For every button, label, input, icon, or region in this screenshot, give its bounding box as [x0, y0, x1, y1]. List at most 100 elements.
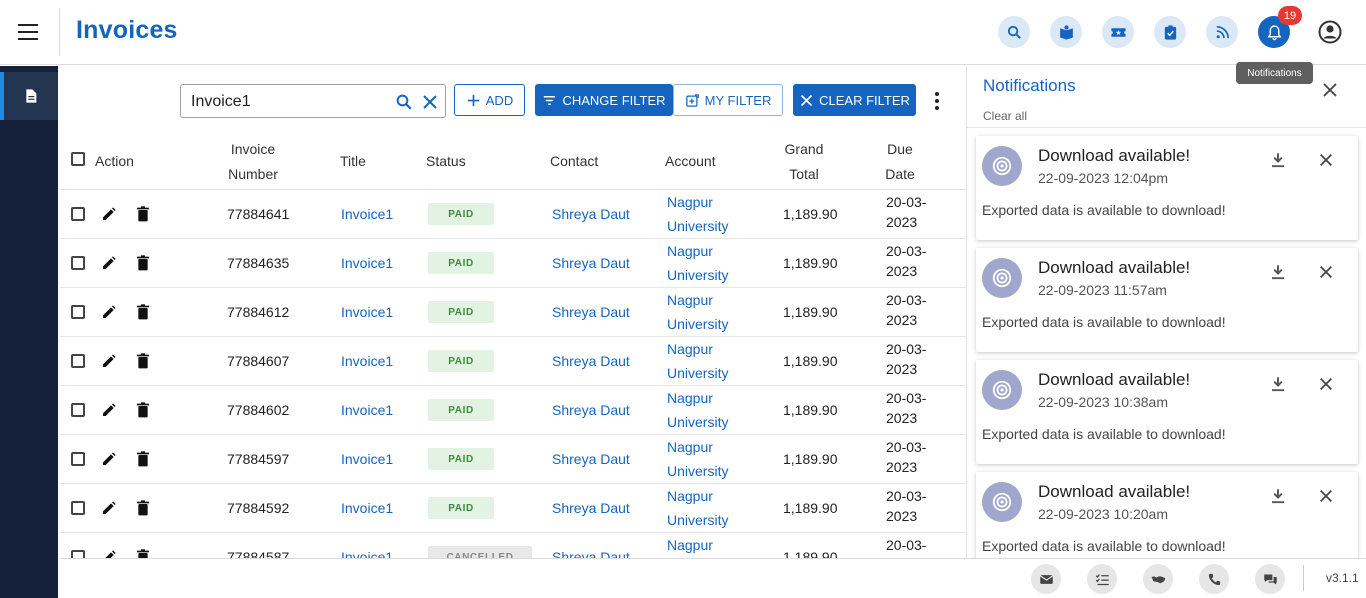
invoice-title-link[interactable]: Invoice1: [341, 255, 393, 271]
download-icon[interactable]: [1269, 262, 1287, 282]
edit-icon[interactable]: [101, 402, 117, 418]
delete-icon[interactable]: [136, 353, 150, 369]
col-contact[interactable]: Contact: [550, 149, 598, 174]
edit-icon[interactable]: [101, 304, 117, 320]
invoice-title-link[interactable]: Invoice1: [341, 500, 393, 516]
search-icon[interactable]: [395, 93, 413, 111]
clear-search-icon[interactable]: [421, 93, 439, 111]
invoice-title-link[interactable]: Invoice1: [341, 304, 393, 320]
sidebar-item-invoices[interactable]: [0, 72, 58, 120]
row-checkbox[interactable]: [71, 256, 85, 270]
row-checkbox[interactable]: [71, 501, 85, 515]
table-row[interactable]: 77884592 Invoice1 PAID Shreya Daut Nagpur Uni…: [60, 484, 966, 533]
row-checkbox[interactable]: [71, 550, 85, 558]
contact-link[interactable]: Shreya Daut: [552, 353, 630, 369]
menu-icon[interactable]: [18, 24, 38, 40]
download-icon[interactable]: [1269, 150, 1287, 170]
search-input[interactable]: [191, 91, 391, 113]
dismiss-notification-icon[interactable]: [1318, 152, 1334, 168]
invoice-title-link[interactable]: Invoice1: [341, 206, 393, 222]
table-row[interactable]: 77884602 Invoice1 PAID Shreya Daut Nagpur Uni…: [60, 386, 966, 435]
table-row[interactable]: 77884597 Invoice1 PAID Shreya Daut Nagpur Uni…: [60, 435, 966, 484]
invoice-title-link[interactable]: Invoice1: [341, 549, 393, 558]
table-row[interactable]: 77884612 Invoice1 PAID Shreya Daut Nagpur Uni…: [60, 288, 966, 337]
contact-link[interactable]: Shreya Daut: [552, 500, 630, 516]
col-due-date[interactable]: Due Date: [876, 137, 924, 187]
task-icon[interactable]: [1154, 16, 1186, 48]
my-filter-button[interactable]: MY FILTER: [673, 84, 783, 116]
notification-card[interactable]: Download available! 22-09-2023 10:20am Exp…: [976, 472, 1358, 558]
notification-card[interactable]: Download available! 22-09-2023 11:57am Exp…: [976, 248, 1358, 352]
account-link[interactable]: NagpurUniversity: [667, 337, 728, 385]
row-checkbox[interactable]: [71, 305, 85, 319]
book-icon[interactable]: [1050, 16, 1082, 48]
checklist-icon[interactable]: [1087, 564, 1117, 594]
row-checkbox[interactable]: [71, 354, 85, 368]
edit-icon[interactable]: [101, 451, 117, 467]
invoice-title-link[interactable]: Invoice1: [341, 353, 393, 369]
col-status[interactable]: Status: [426, 149, 466, 174]
dismiss-notification-icon[interactable]: [1318, 264, 1334, 280]
delete-icon[interactable]: [136, 500, 150, 516]
col-invoice-number[interactable]: Invoice Number: [210, 137, 296, 187]
select-all-checkbox[interactable]: [71, 152, 85, 166]
profile-icon[interactable]: [1317, 19, 1343, 45]
close-panel-icon[interactable]: [1321, 81, 1339, 99]
delete-icon[interactable]: [136, 304, 150, 320]
account-link[interactable]: NagpurUniversity: [667, 239, 728, 287]
account-link[interactable]: NagpurUniversity: [667, 484, 728, 532]
contact-link[interactable]: Shreya Daut: [552, 402, 630, 418]
delete-icon[interactable]: [136, 549, 150, 558]
notification-card[interactable]: Download available! 22-09-2023 12:04pm Exp…: [976, 136, 1358, 240]
search-field[interactable]: [180, 84, 446, 118]
contact-link[interactable]: Shreya Daut: [552, 451, 630, 467]
email-icon[interactable]: [1031, 564, 1061, 594]
dismiss-notification-icon[interactable]: [1318, 376, 1334, 392]
delete-icon[interactable]: [136, 451, 150, 467]
more-options-icon[interactable]: [934, 92, 940, 110]
table-row[interactable]: 77884607 Invoice1 PAID Shreya Daut Nagpur Uni…: [60, 337, 966, 386]
col-grand-total[interactable]: Grand Total: [776, 137, 832, 187]
account-link[interactable]: NagpurUniversity: [667, 435, 728, 483]
account-link[interactable]: NagpurUniversity: [667, 190, 728, 238]
contact-link[interactable]: Shreya Daut: [552, 549, 630, 558]
dismiss-notification-icon[interactable]: [1318, 488, 1334, 504]
contact-link[interactable]: Shreya Daut: [552, 206, 630, 222]
row-checkbox[interactable]: [71, 452, 85, 466]
account-link[interactable]: NagpurUniversity: [667, 533, 728, 558]
download-icon[interactable]: [1269, 374, 1287, 394]
add-button[interactable]: ADD: [454, 84, 525, 116]
col-title[interactable]: Title: [340, 149, 366, 174]
invoice-title-link[interactable]: Invoice1: [341, 402, 393, 418]
col-account[interactable]: Account: [665, 149, 716, 174]
edit-icon[interactable]: [101, 500, 117, 516]
chat-icon[interactable]: [1255, 564, 1285, 594]
edit-icon[interactable]: [101, 206, 117, 222]
table-row[interactable]: 77884641 Invoice1 PAID Shreya Daut Nagpur Uni…: [60, 190, 966, 239]
ticket-icon[interactable]: [1102, 16, 1134, 48]
phone-icon[interactable]: [1199, 564, 1229, 594]
contact-link[interactable]: Shreya Daut: [552, 255, 630, 271]
search-icon[interactable]: [998, 16, 1030, 48]
edit-icon[interactable]: [101, 549, 117, 558]
clear-filter-button[interactable]: CLEAR FILTER: [793, 84, 916, 116]
rss-icon[interactable]: [1206, 16, 1238, 48]
handshake-icon[interactable]: [1143, 564, 1173, 594]
delete-icon[interactable]: [136, 402, 150, 418]
notification-card[interactable]: Download available! 22-09-2023 10:38am Exp…: [976, 360, 1358, 464]
edit-icon[interactable]: [101, 255, 117, 271]
delete-icon[interactable]: [136, 206, 150, 222]
edit-icon[interactable]: [101, 353, 117, 369]
change-filter-button[interactable]: CHANGE FILTER: [535, 84, 673, 116]
clear-all-link[interactable]: Clear all: [983, 109, 1027, 123]
download-icon[interactable]: [1269, 486, 1287, 506]
account-link[interactable]: NagpurUniversity: [667, 288, 728, 336]
delete-icon[interactable]: [136, 255, 150, 271]
invoice-title-link[interactable]: Invoice1: [341, 451, 393, 467]
row-checkbox[interactable]: [71, 403, 85, 417]
contact-link[interactable]: Shreya Daut: [552, 304, 630, 320]
row-checkbox[interactable]: [71, 207, 85, 221]
table-row[interactable]: 77884587 Invoice1 CANCELLED Shreya Daut Nagp…: [60, 533, 966, 558]
table-row[interactable]: 77884635 Invoice1 PAID Shreya Daut Nagpur Uni…: [60, 239, 966, 288]
account-link[interactable]: NagpurUniversity: [667, 386, 728, 434]
